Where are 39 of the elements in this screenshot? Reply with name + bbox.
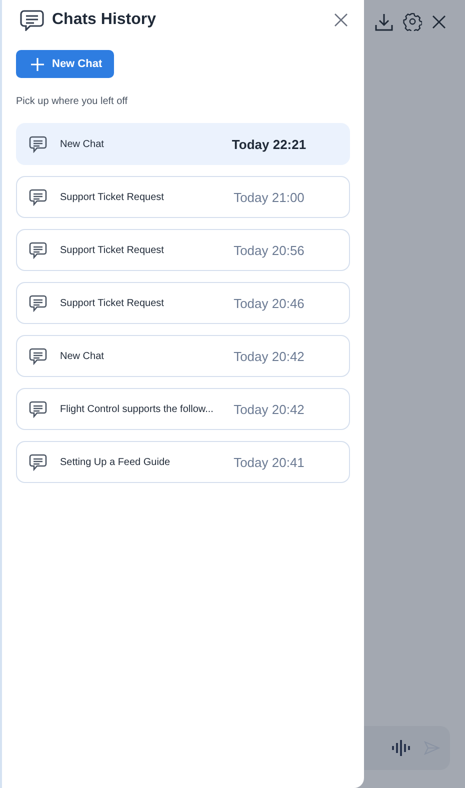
close-icon[interactable] bbox=[432, 14, 446, 28]
chat-item[interactable]: Support Ticket Request Today 20:46 bbox=[16, 282, 350, 324]
download-icon[interactable] bbox=[375, 12, 393, 30]
close-icon[interactable] bbox=[334, 13, 348, 27]
chat-time: Today 22:21 bbox=[230, 136, 308, 152]
chat-time: Today 20:42 bbox=[232, 348, 306, 364]
chat-item[interactable]: Setting Up a Feed Guide Today 20:41 bbox=[16, 441, 350, 483]
settings-icon[interactable] bbox=[403, 12, 422, 31]
voice-wave-icon[interactable] bbox=[392, 739, 410, 757]
chat-item[interactable]: New Chat Today 20:42 bbox=[16, 335, 350, 377]
chat-bubble-icon bbox=[20, 9, 44, 31]
chat-title: Flight Control supports the follow... bbox=[60, 404, 214, 414]
chat-title: New Chat bbox=[60, 138, 105, 150]
chat-time: Today 20:42 bbox=[232, 402, 306, 416]
chat-item[interactable]: Support Ticket Request Today 20:56 bbox=[16, 229, 350, 271]
new-chat-button[interactable]: New Chat bbox=[16, 50, 114, 78]
chat-bubble-icon bbox=[29, 294, 47, 312]
chat-title: New Chat bbox=[60, 350, 105, 362]
chat-time: Today 20:56 bbox=[232, 242, 306, 258]
chat-bubble-icon bbox=[29, 136, 47, 152]
subtitle: Pick up where you left off bbox=[16, 96, 129, 107]
panel-title: Chats History bbox=[52, 11, 158, 29]
chat-item[interactable]: Flight Control supports the follow... Today 20:42 bbox=[16, 388, 350, 430]
chat-title: Support Ticket Request bbox=[60, 192, 165, 202]
chat-bubble-icon bbox=[29, 454, 47, 470]
chat-bubble-icon bbox=[29, 242, 47, 258]
message-input-bar[interactable] bbox=[364, 726, 450, 770]
chat-bubble-icon bbox=[29, 348, 47, 364]
chat-bubble-icon bbox=[29, 188, 47, 206]
chat-title: Support Ticket Request bbox=[60, 244, 165, 256]
chat-bubble-icon bbox=[29, 400, 47, 418]
chat-title: Setting Up a Feed Guide bbox=[60, 456, 172, 468]
chat-title: Support Ticket Request bbox=[60, 298, 165, 308]
chat-time: Today 21:00 bbox=[232, 190, 306, 204]
plus-icon bbox=[31, 58, 44, 70]
chat-item[interactable]: New Chat Today 22:21 bbox=[16, 123, 350, 165]
chat-time: Today 20:46 bbox=[232, 296, 306, 310]
chat-time: Today 20:41 bbox=[232, 454, 306, 470]
chat-item[interactable]: Support Ticket Request Today 21:00 bbox=[16, 176, 350, 218]
